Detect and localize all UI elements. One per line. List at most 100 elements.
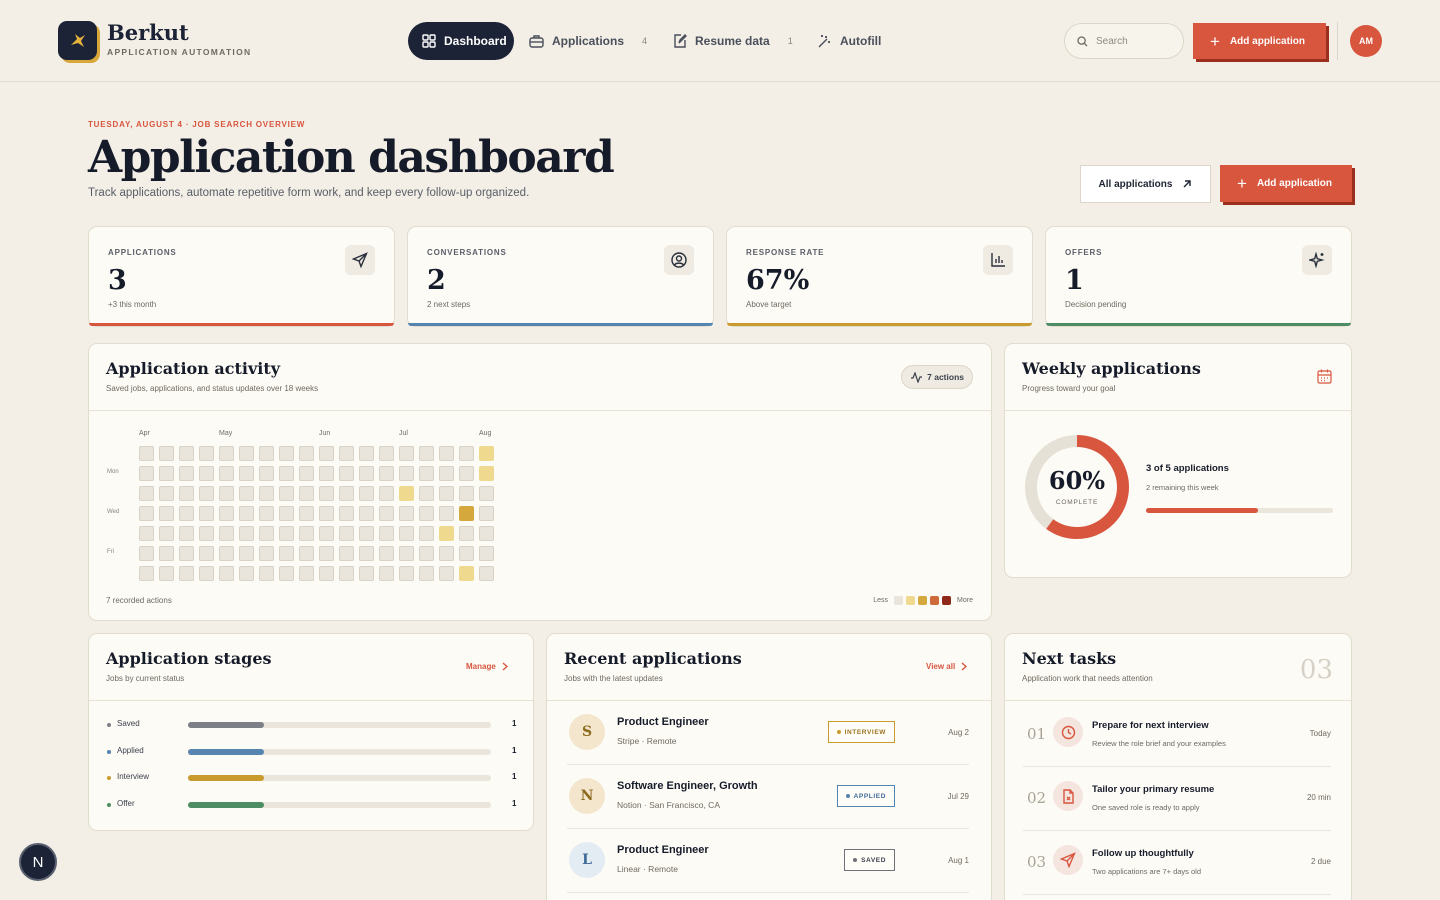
- heatmap-cell[interactable]: [399, 446, 414, 461]
- heatmap-cell[interactable]: [439, 546, 454, 561]
- heatmap-cell[interactable]: [419, 526, 434, 541]
- heatmap-cell[interactable]: [139, 526, 154, 541]
- heatmap-cell[interactable]: [419, 546, 434, 561]
- heatmap-cell[interactable]: [139, 446, 154, 461]
- heatmap-cell[interactable]: [239, 486, 254, 501]
- heatmap-cell[interactable]: [259, 446, 274, 461]
- heatmap-cell[interactable]: [159, 466, 174, 481]
- heatmap-cell[interactable]: [199, 486, 214, 501]
- dev-tools-button[interactable]: N: [19, 843, 57, 881]
- heatmap-cell[interactable]: [299, 566, 314, 581]
- heatmap-cell[interactable]: [179, 466, 194, 481]
- heatmap-cell[interactable]: [379, 506, 394, 521]
- heatmap-cell[interactable]: [399, 486, 414, 501]
- heatmap-cell[interactable]: [259, 566, 274, 581]
- heatmap-cell[interactable]: [319, 466, 334, 481]
- heatmap-cell[interactable]: [139, 506, 154, 521]
- heatmap-cell[interactable]: [199, 446, 214, 461]
- heatmap-cell[interactable]: [419, 486, 434, 501]
- heatmap-cell[interactable]: [199, 466, 214, 481]
- heatmap-cell[interactable]: [459, 506, 474, 521]
- actions-pill[interactable]: 7 actions: [901, 365, 973, 389]
- heatmap-cell[interactable]: [299, 466, 314, 481]
- heatmap-cell[interactable]: [459, 446, 474, 461]
- heatmap-cell[interactable]: [359, 486, 374, 501]
- heatmap-cell[interactable]: [239, 466, 254, 481]
- application-row[interactable]: N Software Engineer, Growth Notion · San…: [567, 765, 969, 829]
- task-row[interactable]: 01 Prepare for next interview Review the…: [1023, 703, 1331, 767]
- search-input[interactable]: Search: [1064, 23, 1184, 59]
- heatmap-cell[interactable]: [319, 486, 334, 501]
- heatmap-cell[interactable]: [319, 526, 334, 541]
- heatmap-cell[interactable]: [279, 486, 294, 501]
- heatmap-cell[interactable]: [299, 506, 314, 521]
- heatmap-cell[interactable]: [219, 546, 234, 561]
- heatmap-cell[interactable]: [299, 526, 314, 541]
- heatmap-cell[interactable]: [439, 566, 454, 581]
- heatmap-cell[interactable]: [259, 506, 274, 521]
- heatmap-cell[interactable]: [259, 486, 274, 501]
- all-applications-button[interactable]: All applications: [1080, 165, 1211, 203]
- heatmap-cell[interactable]: [239, 526, 254, 541]
- heatmap-cell[interactable]: [199, 566, 214, 581]
- heatmap-cell[interactable]: [319, 506, 334, 521]
- heatmap-cell[interactable]: [159, 446, 174, 461]
- heatmap-cell[interactable]: [339, 506, 354, 521]
- heatmap-cell[interactable]: [219, 446, 234, 461]
- heatmap-cell[interactable]: [139, 566, 154, 581]
- heatmap-cell[interactable]: [159, 486, 174, 501]
- heatmap-cell[interactable]: [479, 506, 494, 521]
- heatmap-cell[interactable]: [399, 566, 414, 581]
- application-row[interactable]: L Product Engineer Linear · Remote SAVED…: [567, 829, 969, 893]
- heatmap-cell[interactable]: [359, 446, 374, 461]
- heatmap-cell[interactable]: [359, 566, 374, 581]
- heatmap-cell[interactable]: [479, 446, 494, 461]
- heatmap-cell[interactable]: [239, 506, 254, 521]
- heatmap-cell[interactable]: [339, 466, 354, 481]
- heatmap-cell[interactable]: [419, 466, 434, 481]
- heatmap-cell[interactable]: [439, 486, 454, 501]
- stat-card-response-rate[interactable]: RESPONSE RATE 67% Above target: [726, 226, 1033, 327]
- heatmap-cell[interactable]: [279, 446, 294, 461]
- heatmap-cell[interactable]: [179, 446, 194, 461]
- heatmap-cell[interactable]: [359, 526, 374, 541]
- stat-card-applications[interactable]: APPLICATIONS 3 +3 this month: [88, 226, 395, 327]
- heatmap-cell[interactable]: [479, 566, 494, 581]
- heatmap-cell[interactable]: [379, 566, 394, 581]
- nav-resume[interactable]: Resume data 1: [673, 22, 793, 60]
- heatmap-cell[interactable]: [159, 566, 174, 581]
- task-row[interactable]: 02 Tailor your primary resume One saved …: [1023, 767, 1331, 831]
- heatmap-cell[interactable]: [459, 486, 474, 501]
- heatmap-cell[interactable]: [399, 506, 414, 521]
- heatmap-cell[interactable]: [379, 486, 394, 501]
- heatmap-cell[interactable]: [379, 466, 394, 481]
- task-row[interactable]: 03 Follow up thoughtfully Two applicatio…: [1023, 831, 1331, 895]
- heatmap-cell[interactable]: [459, 466, 474, 481]
- heatmap-cell[interactable]: [179, 566, 194, 581]
- heatmap-cell[interactable]: [219, 526, 234, 541]
- heatmap-cell[interactable]: [479, 466, 494, 481]
- heatmap-cell[interactable]: [159, 546, 174, 561]
- stage-row-offer[interactable]: Offer 1: [107, 799, 517, 813]
- heatmap-cell[interactable]: [299, 546, 314, 561]
- heatmap-cell[interactable]: [199, 526, 214, 541]
- heatmap-cell[interactable]: [319, 566, 334, 581]
- heatmap-cell[interactable]: [339, 526, 354, 541]
- manage-link[interactable]: Manage: [466, 662, 508, 671]
- heatmap-cell[interactable]: [479, 546, 494, 561]
- heatmap-cell[interactable]: [459, 566, 474, 581]
- heatmap-cell[interactable]: [199, 506, 214, 521]
- heatmap-cell[interactable]: [219, 486, 234, 501]
- heatmap-cell[interactable]: [379, 526, 394, 541]
- heatmap-cell[interactable]: [299, 446, 314, 461]
- heatmap-cell[interactable]: [139, 486, 154, 501]
- heatmap-cell[interactable]: [439, 506, 454, 521]
- heatmap-cell[interactable]: [279, 506, 294, 521]
- heatmap-cell[interactable]: [419, 446, 434, 461]
- heatmap-cell[interactable]: [339, 566, 354, 581]
- calendar-icon[interactable]: [1317, 369, 1332, 384]
- heatmap-cell[interactable]: [359, 546, 374, 561]
- heatmap-cell[interactable]: [379, 546, 394, 561]
- heatmap-cell[interactable]: [179, 526, 194, 541]
- heatmap-cell[interactable]: [319, 546, 334, 561]
